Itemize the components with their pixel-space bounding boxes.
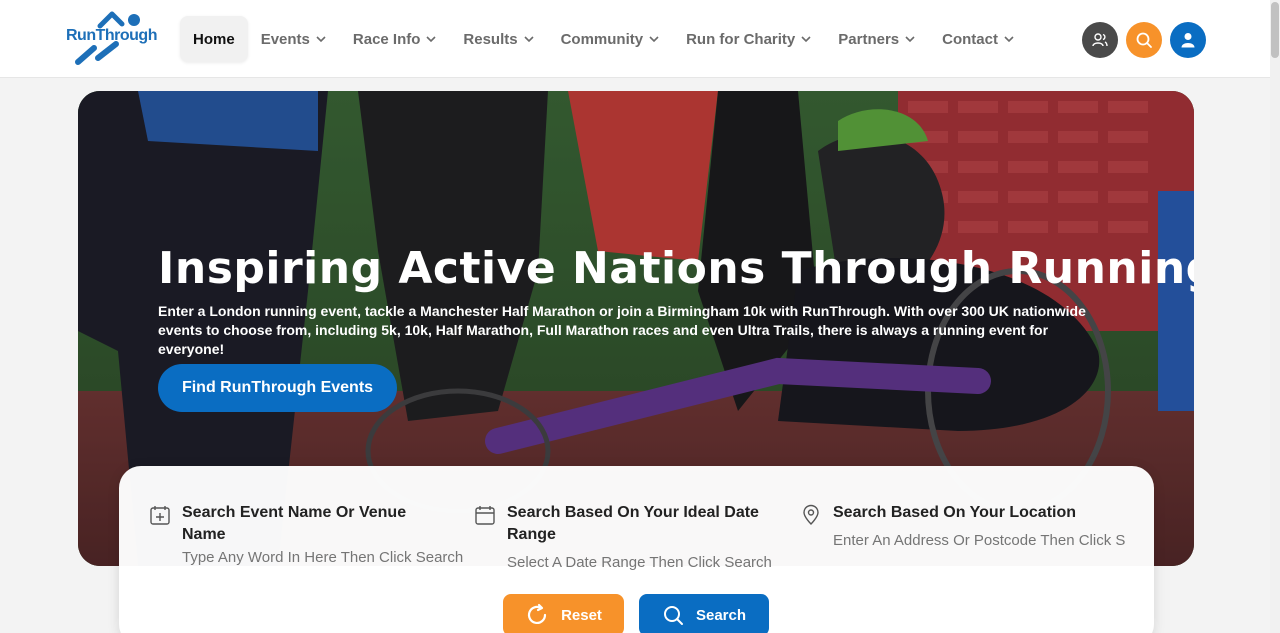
account-button[interactable] [1170, 22, 1206, 58]
event-name-input[interactable] [182, 549, 482, 566]
nav-item-race-info[interactable]: Race Info [340, 16, 451, 62]
find-events-button[interactable]: Find RunThrough Events [158, 364, 397, 412]
nav-label: Results [463, 30, 518, 48]
reset-label: Reset [561, 606, 602, 624]
search-field-title: Search Based On Your Location [833, 504, 1077, 521]
date-range-input[interactable] [507, 554, 787, 571]
chevron-down-icon [905, 36, 915, 43]
nav-item-run-for-charity[interactable]: Run for Charity [673, 16, 825, 62]
search-label: Search [695, 606, 747, 624]
calendar-icon [475, 506, 495, 525]
page-scrollbar[interactable] [1270, 0, 1280, 633]
nav-item-partners[interactable]: Partners [825, 16, 929, 62]
map-pin-icon [803, 504, 819, 525]
main-nav: Home Events Race Info Results Community … [180, 16, 1028, 62]
chevron-down-icon [649, 36, 659, 43]
logo-wordmark: RunThrough [66, 27, 157, 44]
search-field-title: Search Based On Your Ideal Date Range [507, 504, 759, 543]
site-header: RunThrough Home Events Race Info Results… [0, 0, 1270, 78]
nav-label: Partners [838, 30, 900, 48]
nav-label: Race Info [352, 30, 421, 48]
scrollbar-thumb[interactable] [1271, 2, 1279, 58]
user-icon [1181, 33, 1195, 48]
calendar-plus-icon [150, 506, 170, 525]
search-icon [1136, 32, 1152, 48]
chevron-down-icon [801, 36, 811, 43]
chevron-down-icon [1004, 36, 1014, 43]
users-icon [1092, 33, 1108, 47]
runthrough-logo[interactable]: RunThrough [64, 10, 160, 70]
reset-button[interactable]: Reset [503, 594, 624, 633]
nav-label: Community [560, 30, 644, 48]
search-icon [663, 606, 683, 625]
event-search-panel: Search Event Name Or Venue Name Search B… [119, 466, 1154, 633]
location-input[interactable] [833, 532, 1128, 549]
nav-item-community[interactable]: Community [548, 16, 674, 62]
nav-label: Home [193, 30, 235, 48]
nav-label: Run for Charity [686, 30, 796, 48]
nav-label: Contact [942, 30, 998, 48]
community-button[interactable] [1082, 22, 1118, 58]
search-field-title: Search Event Name Or Venue Name [182, 504, 407, 543]
hero-title: Inspiring Active Nations Through Running [158, 243, 1194, 294]
nav-item-contact[interactable]: Contact [929, 16, 1028, 62]
chevron-down-icon [316, 36, 326, 43]
refresh-icon [527, 603, 547, 624]
nav-item-home[interactable]: Home [180, 16, 248, 62]
chevron-down-icon [524, 36, 534, 43]
nav-item-events[interactable]: Events [248, 16, 340, 62]
hero-description: Enter a London running event, tackle a M… [158, 303, 1086, 357]
search-button[interactable]: Search [639, 594, 769, 633]
nav-item-results[interactable]: Results [450, 16, 547, 62]
header-search-button[interactable] [1126, 22, 1162, 58]
chevron-down-icon [426, 36, 436, 43]
nav-label: Events [260, 30, 310, 48]
